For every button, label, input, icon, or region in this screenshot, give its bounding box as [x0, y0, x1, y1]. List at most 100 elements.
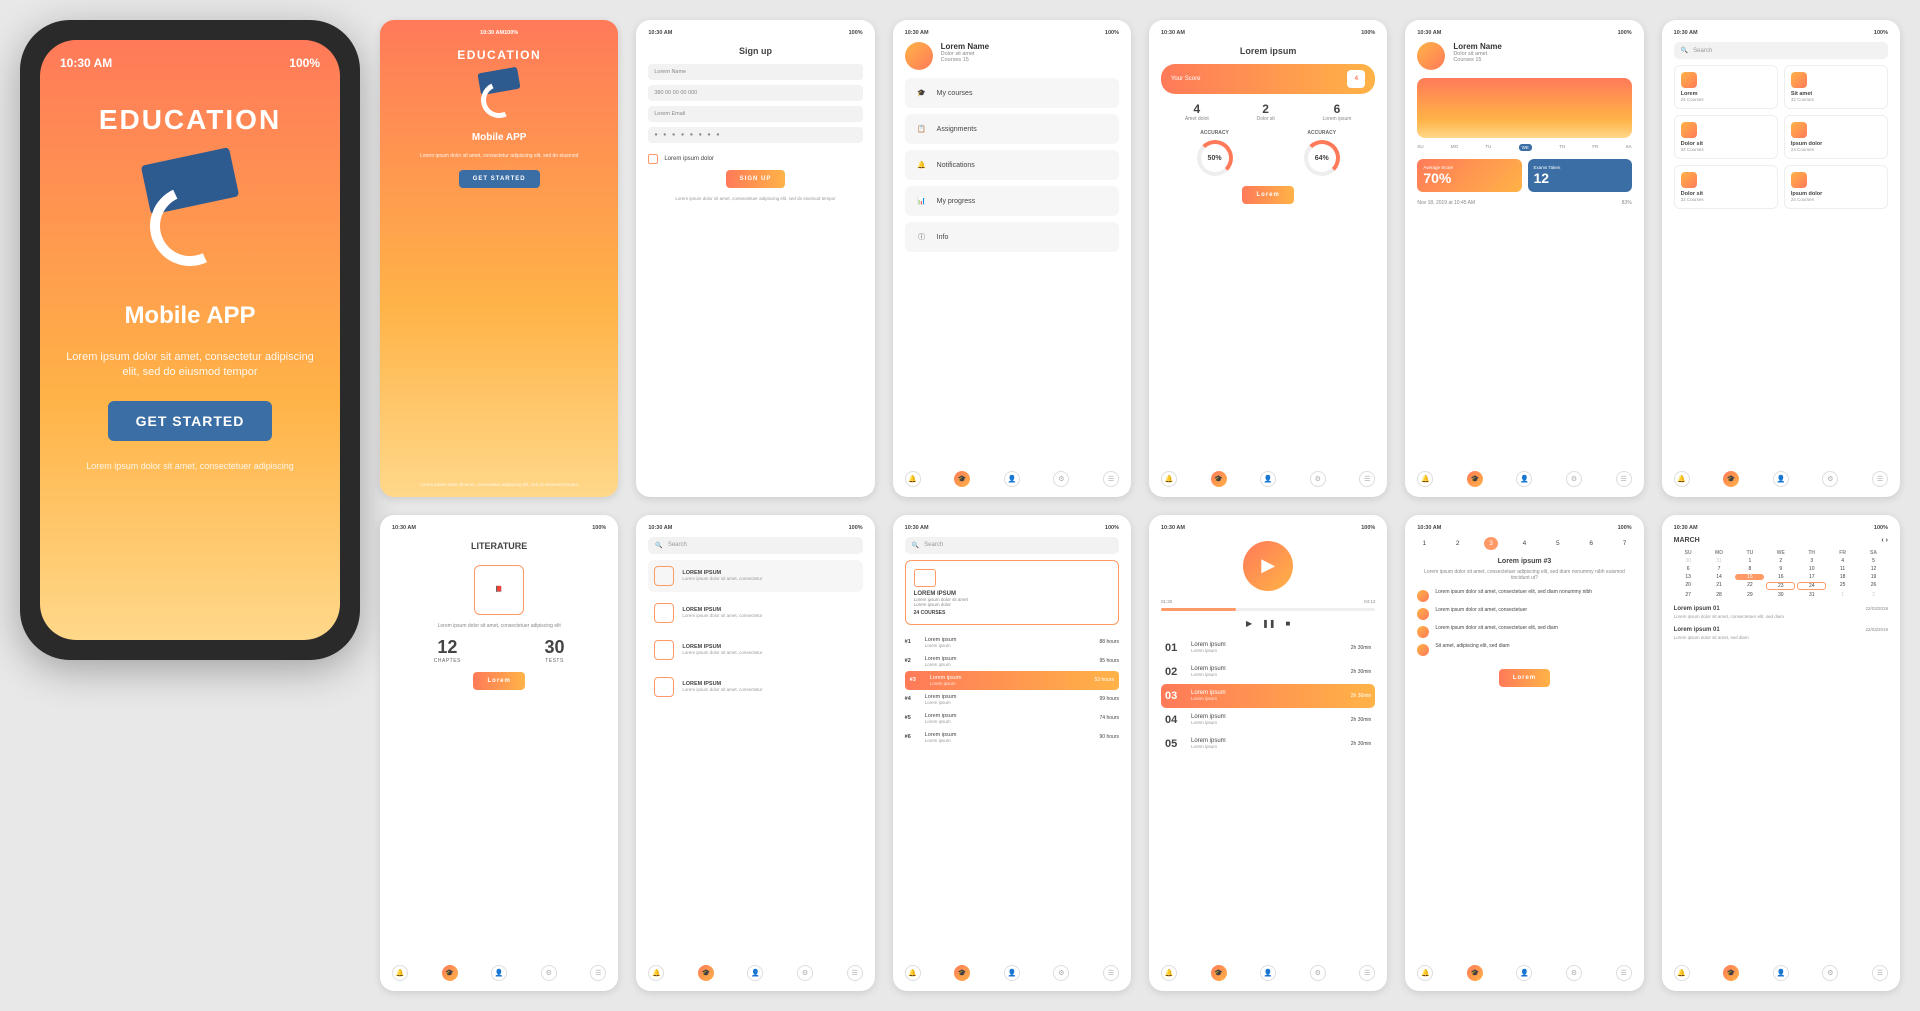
nav-settings-icon[interactable]: ⚙ [1822, 471, 1838, 487]
nav-profile-icon[interactable]: 👤 [1260, 965, 1276, 981]
nav-menu-icon[interactable]: ☰ [1872, 471, 1888, 487]
nav-home-icon[interactable]: 🎓 [1467, 965, 1483, 981]
password-input[interactable]: ● ● ● ● ● ● ● ● [648, 127, 862, 143]
nav-settings-icon[interactable]: ⚙ [1822, 965, 1838, 981]
nav-home-icon[interactable]: 🎓 [1211, 965, 1227, 981]
nav-home-icon[interactable]: 🎓 [954, 471, 970, 487]
signup-button[interactable]: SIGN UP [726, 170, 786, 188]
nav-profile-icon[interactable]: 👤 [491, 965, 507, 981]
category-card[interactable]: Ipsum dolor24 Courses [1784, 165, 1888, 209]
score-button[interactable]: Lorem [1242, 186, 1293, 204]
nav-bell-icon[interactable]: 🔔 [1161, 471, 1177, 487]
nav-bell-icon[interactable]: 🔔 [1674, 965, 1690, 981]
category-card[interactable]: Lorem24 Courses [1674, 65, 1778, 109]
nav-settings-icon[interactable]: ⚙ [1310, 965, 1326, 981]
day-button-active[interactable]: 3 [1484, 537, 1498, 550]
task-item[interactable]: Lorem ipsum 0122/03/2019 Lorem ipsum dol… [1674, 627, 1888, 640]
nav-bell-icon[interactable]: 🔔 [1417, 471, 1433, 487]
literature-button[interactable]: Lorem [473, 672, 524, 690]
nav-menu-icon[interactable]: ☰ [1359, 965, 1375, 981]
nav-bell-icon[interactable]: 🔔 [1161, 965, 1177, 981]
nav-settings-icon[interactable]: ⚙ [1310, 471, 1326, 487]
nav-profile-icon[interactable]: 👤 [1004, 471, 1020, 487]
nav-bell-icon[interactable]: 🔔 [392, 965, 408, 981]
lesson-row[interactable]: 05Lorem ipsumLorem ipsum2h 30min [1161, 732, 1375, 756]
nav-settings-icon[interactable]: ⚙ [1053, 965, 1069, 981]
nav-menu-icon[interactable]: ☰ [1103, 965, 1119, 981]
search-input[interactable]: 🔍Search [1674, 42, 1888, 59]
subject-item[interactable]: LOREM IPSUMLorem ipsum dolor sit amet, c… [648, 560, 862, 592]
nav-home-icon[interactable]: 🎓 [1723, 471, 1739, 487]
rank-row[interactable]: #2Lorem ipsumLorem ipsum95 hours [905, 652, 1119, 671]
nav-settings-icon[interactable]: ⚙ [1566, 471, 1582, 487]
nav-bell-icon[interactable]: 🔔 [1417, 965, 1433, 981]
play-icon[interactable]: ▶ [1246, 619, 1252, 628]
nav-menu-icon[interactable]: ☰ [590, 965, 606, 981]
nav-home-icon[interactable]: 🎓 [1467, 471, 1483, 487]
phone-input[interactable]: 380 00 00 00 000 [648, 85, 862, 101]
nav-bell-icon[interactable]: 🔔 [905, 965, 921, 981]
nav-home-icon[interactable]: 🎓 [698, 965, 714, 981]
nav-bell-icon[interactable]: 🔔 [905, 471, 921, 487]
name-input[interactable]: Lorem Name [648, 64, 862, 80]
avatar[interactable] [1417, 42, 1445, 70]
subject-item[interactable]: LOREM IPSUMLorem ipsum dolor sit amet, c… [648, 597, 862, 629]
nav-profile-icon[interactable]: 👤 [1004, 965, 1020, 981]
menu-assignments[interactable]: 📋Assignments [905, 114, 1119, 144]
category-card[interactable]: Dolor sit32 Courses [1674, 115, 1778, 159]
avatar[interactable] [905, 42, 933, 70]
rank-row[interactable]: #6Lorem ipsumLorem ipsum90 hours [905, 728, 1119, 747]
nav-profile-icon[interactable]: 👤 [1773, 471, 1789, 487]
progress-slider[interactable] [1161, 608, 1375, 611]
nav-menu-icon[interactable]: ☰ [847, 965, 863, 981]
pause-icon[interactable]: ❚❚ [1262, 619, 1275, 628]
category-card[interactable]: Ipsum dolor24 Courses [1784, 115, 1888, 159]
task-item[interactable]: Lorem ipsum 0122/03/2019 Lorem ipsum dol… [1674, 606, 1888, 619]
nav-bell-icon[interactable]: 🔔 [648, 965, 664, 981]
menu-notifications[interactable]: 🔔Notifications [905, 150, 1119, 180]
next-month-icon[interactable]: › [1886, 537, 1888, 544]
nav-home-icon[interactable]: 🎓 [442, 965, 458, 981]
stop-icon[interactable]: ■ [1286, 619, 1291, 628]
event-row[interactable]: Lorem ipsum dolor sit amet, consectetuer… [1417, 589, 1631, 602]
nav-menu-icon[interactable]: ☰ [1616, 965, 1632, 981]
prev-month-icon[interactable]: ‹ [1881, 537, 1883, 544]
checkbox-icon[interactable] [648, 154, 658, 164]
day-button[interactable]: 1 [1417, 537, 1431, 550]
lesson-row[interactable]: 01Lorem ipsumLorem ipsum2h 30min [1161, 636, 1375, 660]
category-card[interactable]: Sit amet32 Courses [1784, 65, 1888, 109]
subject-item[interactable]: LOREM IPSUMLorem ipsum dolor sit amet, c… [648, 634, 862, 666]
nav-home-icon[interactable]: 🎓 [1723, 965, 1739, 981]
lesson-row[interactable]: 02Lorem ipsumLorem ipsum2h 30min [1161, 660, 1375, 684]
nav-bell-icon[interactable]: 🔔 [1674, 471, 1690, 487]
menu-my-progress[interactable]: 📊My progress [905, 186, 1119, 216]
lesson-row-active[interactable]: 03Lorem ipsumLorem ipsum2h 30min [1161, 684, 1375, 708]
event-row[interactable]: Lorem ipsum dolor sit amet, consectetuer [1417, 607, 1631, 620]
email-input[interactable]: Lorem Email [648, 106, 862, 122]
get-started-button[interactable]: GET STARTED [459, 170, 540, 188]
nav-settings-icon[interactable]: ⚙ [1053, 471, 1069, 487]
detail-button[interactable]: Lorem [1499, 669, 1550, 687]
nav-menu-icon[interactable]: ☰ [1359, 471, 1375, 487]
rank-row[interactable]: #4Lorem ipsumLorem ipsum99 hours [905, 690, 1119, 709]
menu-my-courses[interactable]: 🎓My courses [905, 78, 1119, 108]
day-button[interactable]: 4 [1517, 537, 1531, 550]
rank-row[interactable]: #5Lorem ipsumLorem ipsum74 hours [905, 709, 1119, 728]
day-button[interactable]: 7 [1618, 537, 1632, 550]
nav-settings-icon[interactable]: ⚙ [797, 965, 813, 981]
rank-row-active[interactable]: #3Lorem ipsumLorem ipsum53 hours [905, 671, 1119, 690]
nav-settings-icon[interactable]: ⚙ [1566, 965, 1582, 981]
subject-item[interactable]: LOREM IPSUMLorem ipsum dolor sit amet, c… [648, 671, 862, 703]
rank-row[interactable]: #1Lorem ipsumLorem ipsum88 hours [905, 633, 1119, 652]
nav-profile-icon[interactable]: 👤 [1516, 965, 1532, 981]
nav-home-icon[interactable]: 🎓 [1211, 471, 1227, 487]
day-button[interactable]: 5 [1551, 537, 1565, 550]
search-input[interactable]: 🔍Search [648, 537, 862, 554]
nav-profile-icon[interactable]: 👤 [1516, 471, 1532, 487]
nav-profile-icon[interactable]: 👤 [1773, 965, 1789, 981]
lesson-row[interactable]: 04Lorem ipsumLorem ipsum2h 30min [1161, 708, 1375, 732]
nav-profile-icon[interactable]: 👤 [1260, 471, 1276, 487]
nav-profile-icon[interactable]: 👤 [747, 965, 763, 981]
get-started-button[interactable]: GET STARTED [108, 401, 273, 441]
menu-info[interactable]: ⓘInfo [905, 222, 1119, 252]
